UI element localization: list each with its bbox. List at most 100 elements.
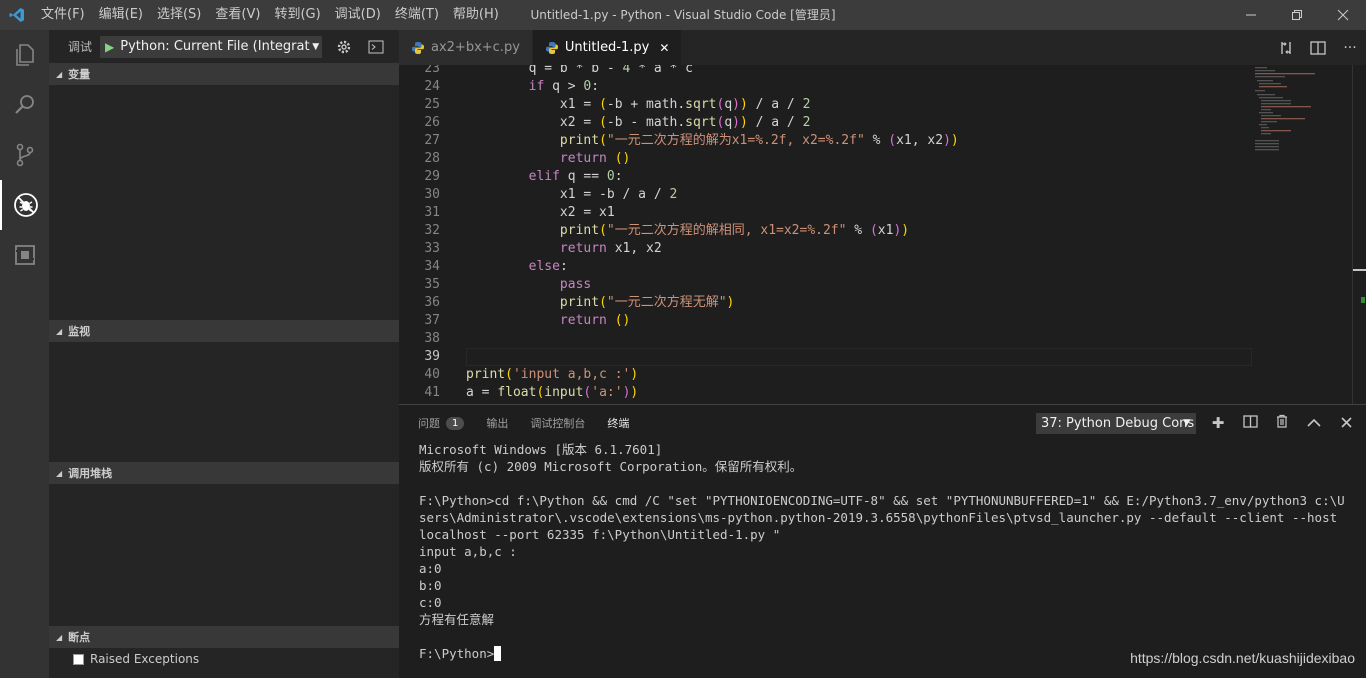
search-button[interactable] — [0, 80, 49, 130]
code-line[interactable]: 30 x1 = -b / a / 2 — [399, 186, 1252, 204]
line-number: 34 — [424, 259, 440, 274]
tab-output[interactable]: 输出 — [486, 415, 508, 431]
minimize-button[interactable] — [1228, 0, 1274, 30]
line-number: 33 — [424, 241, 440, 256]
code-line[interactable]: 36 print("一元二次方程无解") — [399, 294, 1252, 312]
terminal-line: a:0 — [419, 561, 442, 576]
debug-console-button[interactable] — [366, 37, 386, 57]
close-tab-icon[interactable]: ✕ — [659, 41, 669, 55]
source-control-icon — [16, 143, 33, 167]
terminal-select[interactable]: 37: Python Debug Cons ▼ — [1036, 413, 1196, 434]
code-text: print("一元二次方程的解相同, x1=x2=%.2f" % (x1)) — [559, 223, 910, 238]
tab-untitled-1[interactable]: Untitled-1.py ✕ — [532, 30, 683, 65]
restore-button[interactable] — [1274, 0, 1320, 30]
code-line[interactable]: 33 return x1, x2 — [399, 240, 1252, 258]
terminal-prompt: F:\Python> — [419, 646, 495, 661]
split-terminal-button[interactable] — [1234, 413, 1266, 433]
code-line[interactable]: 39 — [399, 348, 1252, 366]
extensions-icon — [14, 245, 35, 265]
code-text: q = b * b - 4 * a * c — [466, 65, 693, 76]
start-debugging-icon[interactable]: ▶ — [105, 40, 114, 54]
code-line[interactable]: 29 elif q == 0: — [399, 168, 1252, 186]
debug-icon — [13, 193, 38, 217]
tab-label: ax2+bx+c.py — [431, 40, 520, 55]
checkbox[interactable] — [73, 653, 84, 665]
tab-debug-console[interactable]: 调试控制台 — [530, 415, 585, 431]
tab-problems[interactable]: 问题 1 — [418, 415, 465, 431]
watch-section-header[interactable]: ◢ 监视 — [49, 320, 399, 342]
new-terminal-button[interactable]: ✚ — [1202, 413, 1234, 433]
debug-config-select[interactable]: ▶ Python: Current File (Integrated ▼ — [100, 35, 323, 58]
line-number: 27 — [424, 133, 440, 148]
debug-button[interactable] — [0, 180, 49, 230]
collapse-triangle-icon: ◢ — [56, 468, 63, 478]
menu-file[interactable]: 文件(F) — [34, 0, 92, 30]
python-file-icon — [545, 41, 558, 54]
tab-ax2-bx-c[interactable]: ax2+bx+c.py — [399, 30, 533, 65]
close-icon — [1337, 9, 1349, 21]
menu-edit[interactable]: 编辑(E) — [92, 0, 150, 30]
menu-help[interactable]: 帮助(H) — [446, 0, 506, 30]
code-line[interactable]: 38 — [399, 330, 1252, 348]
more-actions-button[interactable]: ··· — [1334, 40, 1366, 56]
explorer-button[interactable] — [0, 30, 49, 80]
breakpoint-raised-exceptions[interactable]: Raised Exceptions — [49, 648, 399, 670]
line-number: 32 — [424, 223, 440, 238]
callstack-panel — [49, 484, 399, 626]
code-text: return () — [559, 313, 631, 328]
breakpoints-section-header[interactable]: ◢ 断点 — [49, 626, 399, 648]
callstack-section-header[interactable]: ◢ 调用堆栈 — [49, 462, 399, 484]
line-number: 38 — [424, 331, 440, 346]
code-text: if q > 0: — [528, 79, 600, 94]
code-text: x1 = (-b + math.sqrt(q)) / a / 2 — [466, 97, 811, 112]
minimap[interactable] — [1251, 65, 1351, 404]
terminal-output[interactable]: Microsoft Windows [版本 6.1.7601] 版权所有 (c) … — [419, 441, 1349, 662]
terminal-line: input a,b,c : — [419, 544, 517, 559]
code-line[interactable]: 24 if q > 0: — [399, 78, 1252, 96]
code-line[interactable]: 26 x2 = (-b - math.sqrt(q)) / a / 2 — [399, 114, 1252, 132]
split-editor-button[interactable] — [1302, 40, 1334, 55]
extensions-button[interactable] — [0, 230, 49, 280]
menu-view[interactable]: 查看(V) — [208, 0, 267, 30]
code-line[interactable]: 35 pass — [399, 276, 1252, 294]
python-file-icon — [412, 41, 424, 54]
code-line[interactable]: 40 print('input a,b,c :') — [399, 366, 1252, 384]
menu-go[interactable]: 转到(G) — [267, 0, 327, 30]
chevron-down-icon: ▼ — [1183, 418, 1190, 428]
code-text: elif q == 0: — [528, 169, 623, 184]
code-text: print("一元二次方程无解") — [559, 295, 735, 310]
code-line[interactable]: 34 else: — [399, 258, 1252, 276]
code-line[interactable]: 31 x2 = x1 — [399, 204, 1252, 222]
kill-terminal-button[interactable] — [1266, 413, 1298, 433]
debug-settings-button[interactable] — [334, 37, 354, 57]
collapse-triangle-icon: ◢ — [56, 326, 63, 336]
minimize-icon — [1246, 14, 1256, 16]
source-control-button[interactable] — [0, 130, 49, 180]
code-line[interactable]: 32 print("一元二次方程的解相同, x1=x2=%.2f" % (x1)… — [399, 222, 1252, 240]
code-text: print('input a,b,c :') — [466, 367, 639, 382]
files-icon — [15, 44, 34, 66]
open-changes-button[interactable] — [1270, 40, 1302, 56]
editor-scrollbar[interactable] — [1352, 65, 1366, 404]
code-editor[interactable]: 23 q = b * b - 4 * a * c 24 if q > 0: 25 x… — [399, 65, 1366, 404]
close-window-button[interactable] — [1320, 0, 1366, 30]
tab-terminal[interactable]: 终端 — [607, 415, 629, 431]
code-line[interactable]: 27 print("一元二次方程的解为x1=%.2f, x2=%.2f" % (… — [399, 132, 1252, 150]
code-line[interactable]: 37 return () — [399, 312, 1252, 330]
line-number: 35 — [424, 277, 440, 292]
line-number: 25 — [424, 97, 440, 112]
code-line[interactable]: 25 x1 = (-b + math.sqrt(q)) / a / 2 — [399, 96, 1252, 114]
variables-panel — [49, 85, 399, 320]
menu-debug[interactable]: 调试(D) — [328, 0, 388, 30]
line-number: 36 — [424, 295, 440, 310]
terminal-line: F:\Python>cd f:\Python && cmd /C "set "P… — [419, 493, 1345, 542]
line-number: 26 — [424, 115, 440, 130]
code-line[interactable]: 28 return () — [399, 150, 1252, 168]
variables-section-header[interactable]: ◢ 变量 — [49, 63, 399, 85]
code-line[interactable]: 41 a = float(input('a:')) — [399, 384, 1252, 402]
menu-terminal[interactable]: 终端(T) — [388, 0, 446, 30]
close-panel-button[interactable] — [1330, 413, 1362, 433]
code-line[interactable]: 23 q = b * b - 4 * a * c — [399, 65, 1252, 78]
menu-selection[interactable]: 选择(S) — [150, 0, 208, 30]
maximize-panel-button[interactable] — [1298, 413, 1330, 433]
